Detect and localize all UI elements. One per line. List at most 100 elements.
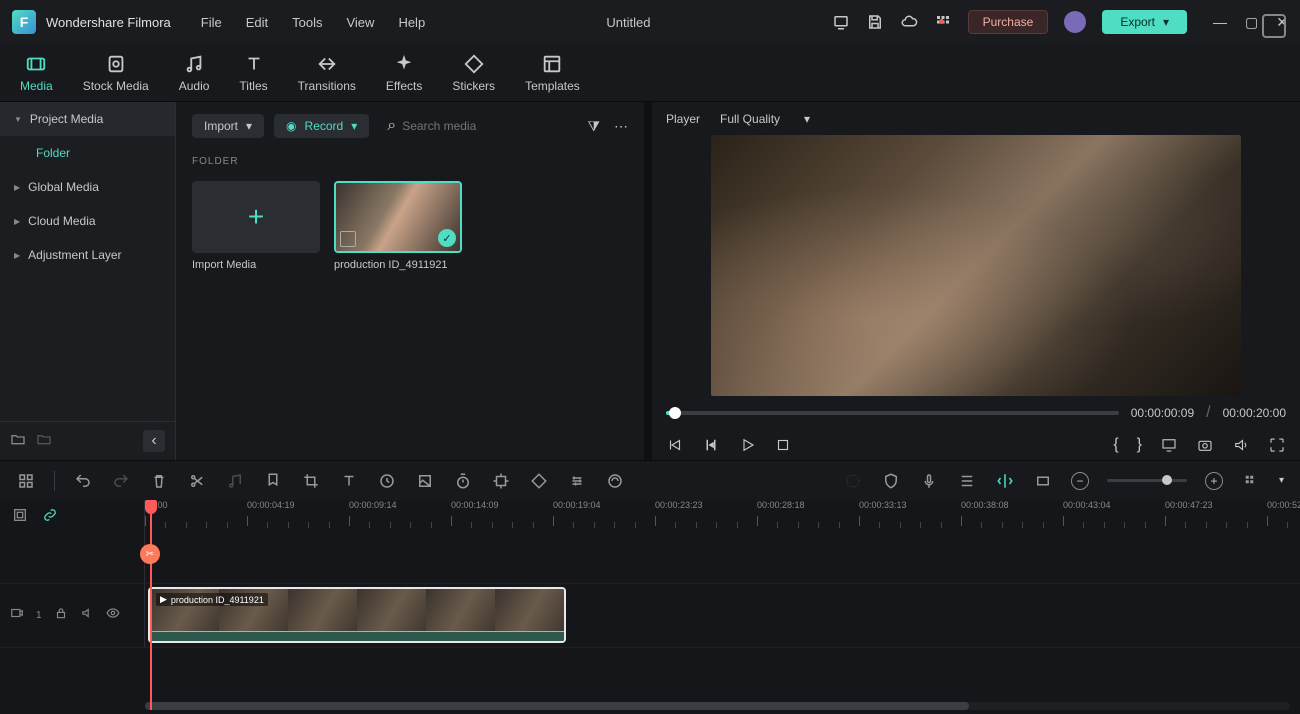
minimize-button[interactable]: — <box>1213 14 1227 31</box>
zoom-slider-head[interactable] <box>1162 475 1172 485</box>
user-avatar[interactable] <box>1064 11 1086 33</box>
text-button[interactable] <box>339 471 359 491</box>
preview-panel: Player Full Quality▾ 00:00:00:09 / 00:00… <box>652 102 1300 460</box>
duration-button[interactable] <box>453 471 473 491</box>
sidebar-folder[interactable]: Folder <box>0 136 175 170</box>
track-manager-icon[interactable] <box>12 507 28 528</box>
tab-stickers[interactable]: Stickers <box>452 53 495 93</box>
tab-media[interactable]: Media <box>20 53 53 93</box>
volume-icon[interactable] <box>1232 436 1250 454</box>
timeline-scrollbar[interactable] <box>145 702 1290 710</box>
link-icon[interactable] <box>42 507 58 528</box>
snapshot-button[interactable] <box>1262 14 1286 38</box>
save-icon[interactable] <box>866 13 884 31</box>
marker-add-button[interactable] <box>843 471 863 491</box>
audio-detach-button[interactable] <box>225 471 245 491</box>
lock-icon[interactable] <box>54 606 68 625</box>
voiceover-button[interactable] <box>919 471 939 491</box>
import-dropdown[interactable]: Import▾ <box>192 114 264 138</box>
sidebar-project-media[interactable]: ▼Project Media <box>0 102 175 136</box>
record-icon: ◉ <box>286 119 296 133</box>
maximize-button[interactable]: ▢ <box>1245 14 1258 31</box>
color-button[interactable] <box>415 471 435 491</box>
folder-icon[interactable] <box>36 431 52 452</box>
record-label: Record <box>305 119 344 133</box>
stock-media-icon <box>105 53 127 75</box>
filter-icon[interactable]: ⧩ <box>588 118 601 135</box>
camera-icon[interactable] <box>1196 436 1214 454</box>
visibility-icon[interactable] <box>106 606 120 625</box>
redo-button[interactable] <box>111 471 131 491</box>
tab-stock-media[interactable]: Stock Media <box>83 53 149 93</box>
fullscreen-icon[interactable] <box>1268 436 1286 454</box>
menu-help[interactable]: Help <box>398 15 425 30</box>
track-view-dropdown[interactable]: ▾ <box>1279 475 1284 486</box>
display-button[interactable] <box>1160 436 1178 454</box>
snap-button[interactable] <box>1033 471 1053 491</box>
layout-icon[interactable] <box>16 471 36 491</box>
zoom-in-button[interactable]: + <box>1205 472 1223 490</box>
tab-templates[interactable]: Templates <box>525 53 580 93</box>
time-ruler[interactable]: 00:0000:00:04:1900:00:09:1400:00:14:0900… <box>145 500 1300 534</box>
track-view-button[interactable] <box>1241 471 1261 491</box>
playhead[interactable] <box>150 500 152 710</box>
cloud-icon[interactable] <box>900 13 918 31</box>
tab-label: Media <box>20 79 53 93</box>
mute-icon[interactable] <box>80 606 94 625</box>
split-button[interactable] <box>187 471 207 491</box>
play-button[interactable] <box>738 436 756 454</box>
menu-view[interactable]: View <box>346 15 374 30</box>
media-clip-card[interactable]: ✓ production ID_4911921 <box>334 181 462 271</box>
mark-in-button[interactable]: { <box>1113 436 1118 454</box>
triangle-right-icon: ▶ <box>14 251 20 260</box>
tab-effects[interactable]: Effects <box>386 53 422 93</box>
prev-frame-button[interactable] <box>666 436 684 454</box>
time-total: 00:00:20:00 <box>1223 406 1286 420</box>
zoom-slider[interactable] <box>1107 479 1187 482</box>
export-button[interactable]: Export▾ <box>1102 10 1187 34</box>
tab-transitions[interactable]: Transitions <box>298 53 356 93</box>
collapse-sidebar-button[interactable]: ‹ <box>143 430 165 452</box>
audio-mixer-button[interactable] <box>957 471 977 491</box>
speed-button[interactable] <box>377 471 397 491</box>
search-input[interactable] <box>402 119 569 133</box>
preview-viewport[interactable] <box>711 135 1241 396</box>
auto-ripple-button[interactable] <box>995 471 1015 491</box>
delete-button[interactable] <box>149 471 169 491</box>
zoom-out-button[interactable]: − <box>1071 472 1089 490</box>
tab-titles[interactable]: Titles <box>239 53 267 93</box>
play-pause-button[interactable] <box>702 436 720 454</box>
timeline-clip[interactable]: ▶production ID_4911921 <box>148 587 566 643</box>
plus-icon: + <box>248 201 264 233</box>
menu-file[interactable]: File <box>201 15 222 30</box>
scrub-track[interactable] <box>666 411 1119 415</box>
purchase-button[interactable]: Purchase <box>968 10 1049 34</box>
sidebar-cloud-media[interactable]: ▶Cloud Media <box>0 204 175 238</box>
record-dropdown[interactable]: ◉Record▾ <box>274 114 369 138</box>
more-icon[interactable]: ⋯ <box>614 118 628 135</box>
player-tab[interactable]: Player <box>666 112 700 126</box>
device-icon[interactable] <box>832 13 850 31</box>
cut-marker-icon[interactable]: ✂ <box>140 544 160 564</box>
marker-button[interactable] <box>263 471 283 491</box>
mark-out-button[interactable]: } <box>1137 436 1142 454</box>
clip-audio-waveform <box>150 631 564 641</box>
undo-button[interactable] <box>73 471 93 491</box>
sidebar-adjustment-layer[interactable]: ▶Adjustment Layer <box>0 238 175 272</box>
settings-button[interactable] <box>567 471 587 491</box>
tab-audio[interactable]: Audio <box>179 53 210 93</box>
stop-button[interactable] <box>774 436 792 454</box>
render-button[interactable] <box>605 471 625 491</box>
import-media-card[interactable]: + Import Media <box>192 181 320 271</box>
crop-button[interactable] <box>301 471 321 491</box>
shield-icon[interactable] <box>881 471 901 491</box>
scrub-head[interactable] <box>669 407 681 419</box>
keyframe-button[interactable] <box>491 471 511 491</box>
apps-icon[interactable] <box>934 13 952 31</box>
quality-dropdown[interactable]: Full Quality▾ <box>720 112 810 126</box>
menu-edit[interactable]: Edit <box>246 15 268 30</box>
new-folder-icon[interactable] <box>10 431 26 452</box>
tag-button[interactable] <box>529 471 549 491</box>
sidebar-global-media[interactable]: ▶Global Media <box>0 170 175 204</box>
menu-tools[interactable]: Tools <box>292 15 322 30</box>
